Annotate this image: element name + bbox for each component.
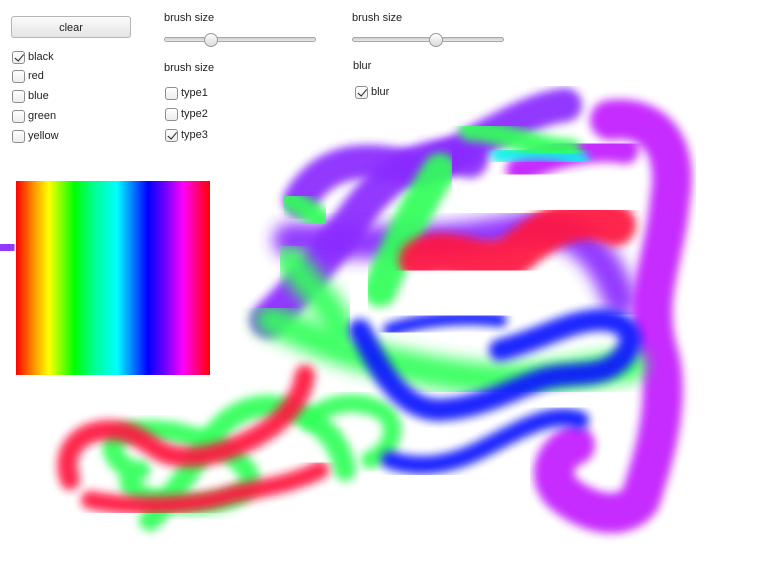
color-label-black: black [28, 51, 54, 63]
paint-stroke-green [279, 189, 331, 231]
color-label-green: green [28, 110, 57, 122]
blur-size-slider[interactable] [352, 33, 504, 47]
blur-option[interactable]: blur [355, 84, 389, 100]
checkbox-type1[interactable] [165, 86, 178, 100]
checkbox-red[interactable] [12, 69, 25, 83]
brush-type-option-1[interactable]: type1 [165, 85, 208, 101]
color-label-yellow: yellow [28, 130, 59, 142]
checkbox-type2[interactable] [165, 107, 178, 121]
checkbox-yellow[interactable] [12, 129, 25, 143]
paint-stroke-purple [0, 232, 25, 263]
paint-stroke-blue [383, 311, 507, 337]
color-label-blue: blue [28, 90, 49, 102]
color-option-black[interactable]: black [12, 49, 54, 65]
checkbox-blur[interactable] [355, 85, 368, 99]
color-option-yellow[interactable]: yellow [12, 128, 59, 144]
blur-brush-size-label: brush size [352, 12, 403, 24]
checkbox-black[interactable] [12, 50, 25, 64]
brush-size-slider-track [164, 37, 316, 42]
brush-type-option-3[interactable]: type3 [165, 127, 208, 143]
color-option-red[interactable]: red [12, 68, 44, 84]
checkbox-green[interactable] [12, 109, 25, 123]
color-palette[interactable] [16, 181, 210, 375]
color-option-blue[interactable]: blue [12, 88, 49, 104]
clear-button[interactable]: clear [11, 16, 131, 38]
color-label-red: red [28, 70, 44, 82]
blur-size-slider-thumb[interactable] [429, 33, 443, 47]
blur-size-slider-track [352, 37, 504, 42]
brush-type-label-2: type2 [181, 108, 208, 120]
brush-type-label-3: type3 [181, 129, 208, 141]
checkbox-blue[interactable] [12, 89, 25, 103]
brush-size-slider[interactable] [164, 33, 316, 47]
checkbox-type3[interactable] [165, 128, 178, 142]
blur-option-label: blur [371, 86, 390, 98]
brush-type-option-2[interactable]: type2 [165, 106, 208, 122]
brush-type-label-1: type1 [181, 87, 208, 99]
brush-type-label: brush size [164, 62, 215, 74]
brush-size-label: brush size [164, 12, 215, 24]
brush-size-slider-thumb[interactable] [204, 33, 218, 47]
blur-heading: blur [353, 60, 372, 72]
color-option-green[interactable]: green [12, 108, 56, 124]
